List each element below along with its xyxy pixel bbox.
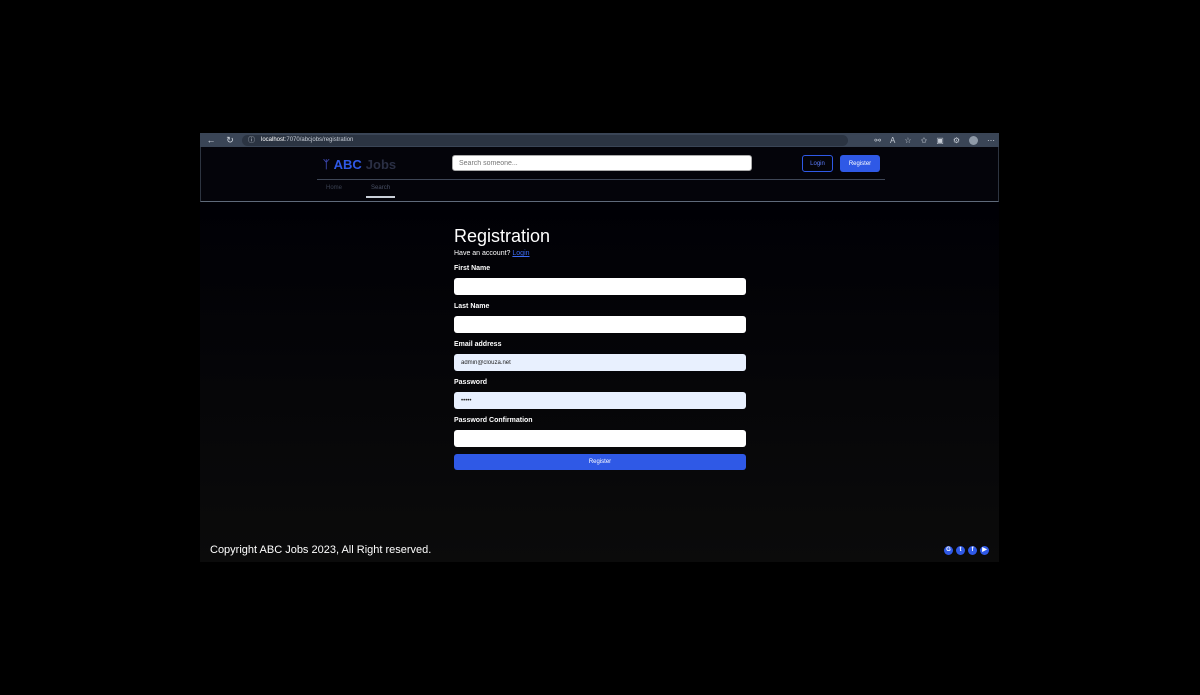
browser-toolbar: ← ↻ ⓘ localhost:7070/abcjobs/registratio…: [200, 133, 999, 147]
tab-home[interactable]: Home: [326, 185, 342, 198]
tab-search[interactable]: Search: [366, 185, 396, 198]
address-bar[interactable]: ⓘ localhost:7070/abcjobs/registration: [242, 134, 848, 146]
email-label: Email address: [454, 341, 502, 348]
page-title: Registration: [454, 226, 551, 246]
nav-tabs: Home Search: [317, 185, 419, 198]
youtube-icon[interactable]: ▶: [980, 546, 989, 555]
extensions-icon[interactable]: ⚙: [953, 136, 960, 145]
email-field[interactable]: [454, 354, 746, 371]
site-header: ᛉ ABC Jobs Login Register Home Search: [200, 147, 999, 202]
first-name-label: First Name: [454, 265, 491, 272]
url-host: localhost: [261, 137, 285, 143]
brand-abc: ABC: [333, 157, 362, 172]
profile-avatar[interactable]: [969, 135, 978, 145]
header-register-button[interactable]: Register: [840, 155, 880, 172]
brand-logo[interactable]: ᛉ ABC Jobs: [323, 157, 396, 172]
have-account-label: Have an account?: [454, 250, 511, 257]
twitter-icon[interactable]: t: [956, 546, 965, 555]
more-menu-icon[interactable]: ⋯: [987, 136, 995, 145]
password-confirmation-field[interactable]: [454, 430, 746, 447]
footer-copyright: Copyright ABC Jobs 2023, All Right reser…: [210, 544, 432, 556]
refresh-icon[interactable]: ↻: [223, 134, 237, 146]
last-name-label: Last Name: [454, 303, 490, 310]
register-submit-button[interactable]: Register: [454, 454, 746, 470]
github-icon[interactable]: G: [944, 546, 953, 555]
browser-window: ← ↻ ⓘ localhost:7070/abcjobs/registratio…: [200, 133, 999, 562]
favorite-star-icon[interactable]: ☆: [904, 136, 911, 145]
facebook-icon[interactable]: f: [968, 546, 977, 555]
last-name-field[interactable]: [454, 316, 746, 333]
favorites-icon[interactable]: ✩: [921, 136, 928, 145]
header-login-button[interactable]: Login: [802, 155, 833, 172]
branch-icon: ᛉ: [323, 158, 330, 171]
password-field[interactable]: [454, 392, 746, 409]
registration-form: Registration Have an account? Login Firs…: [454, 226, 746, 470]
have-account-text: Have an account? Login: [454, 250, 746, 257]
first-name-field[interactable]: [454, 278, 746, 295]
back-icon[interactable]: ←: [204, 134, 218, 146]
main-content: Registration Have an account? Login Firs…: [200, 202, 999, 562]
collections-icon[interactable]: ▣: [936, 136, 944, 145]
key-icon[interactable]: ⚯: [874, 136, 881, 145]
header-divider: [317, 179, 885, 180]
password-label: Password: [454, 379, 488, 386]
brand-jobs: Jobs: [365, 157, 397, 172]
url-path: :7070/abcjobs/registration: [284, 137, 354, 143]
site-info-icon[interactable]: ⓘ: [248, 135, 255, 145]
read-aloud-icon[interactable]: A: [890, 136, 895, 145]
login-link[interactable]: Login: [512, 250, 529, 257]
social-links: G t f ▶: [941, 546, 989, 555]
search-input[interactable]: [452, 155, 752, 171]
password-confirmation-label: Password Confirmation: [454, 417, 533, 424]
